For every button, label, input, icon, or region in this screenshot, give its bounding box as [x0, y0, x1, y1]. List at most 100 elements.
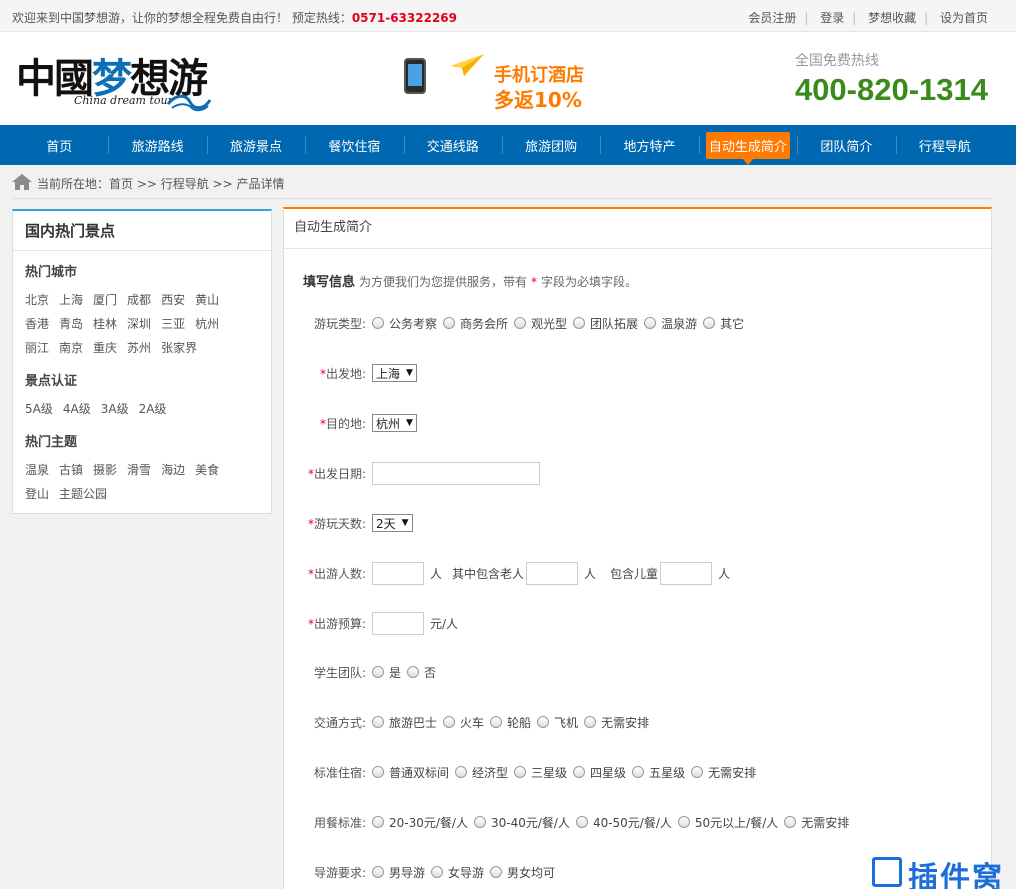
transport-radio[interactable]: 飞机 [537, 714, 578, 731]
tag-link[interactable]: 成都 [127, 288, 151, 312]
tag-link[interactable]: 古镇 [59, 458, 83, 482]
hotel-radio[interactable]: 无需安排 [691, 764, 756, 781]
row-hotel: 标准住宿: 普通双标间 经济型 三星级 四星级 五星级 无需安排 [313, 764, 757, 781]
tag-link[interactable]: 杭州 [195, 312, 219, 336]
promo-banner[interactable]: 手机订酒店 多返10% [396, 52, 596, 114]
tag-link[interactable]: 苏州 [127, 336, 151, 360]
hotel-radio[interactable]: 普通双标间 [372, 764, 449, 781]
tag-link[interactable]: 温泉 [25, 458, 49, 482]
site-logo[interactable]: 中國梦想游 China dream tour [16, 46, 216, 114]
departure-date-input[interactable] [372, 461, 540, 485]
budget-input[interactable] [372, 611, 424, 635]
meal-radio[interactable]: 40-50元/餐/人 [575, 814, 672, 831]
transport-radio[interactable]: 火车 [443, 714, 484, 731]
tag-link[interactable]: 上海 [59, 288, 83, 312]
tag-link[interactable]: 2A级 [139, 397, 167, 421]
play-type-radio[interactable]: 其它 [703, 315, 744, 332]
top-links: 会员注册 | 登录 | 梦想收藏 | 设为首页 [748, 11, 988, 25]
elder-count-input[interactable] [526, 561, 579, 585]
tag-link[interactable]: 海边 [161, 458, 185, 482]
nav-item-dining[interactable]: 餐饮住宿 [305, 125, 403, 165]
intro-form-panel: 自动生成简介 填写信息 为方便我们为您提供服务，带有 * 字段为必填字段。 游玩类型:… [283, 207, 992, 889]
play-type-radio[interactable]: 观光型 [514, 315, 567, 332]
tag-link[interactable]: 张家界 [161, 336, 197, 360]
hotel-radio[interactable]: 经济型 [455, 764, 508, 781]
meal-radio[interactable]: 30-40元/餐/人 [473, 814, 570, 831]
tag-link[interactable]: 西安 [161, 288, 185, 312]
row-budget: *出游预算: 元/人 [284, 611, 984, 635]
row-student: 学生团队: 是 否 [313, 664, 437, 681]
row-play-type: 游玩类型: 公务考察 商务会所 观光型 团队拓展 温泉游 其它 [313, 315, 745, 332]
free-hotline: 全国免费热线 400-820-1314 [795, 50, 988, 108]
departure-select[interactable]: 上海 ▼ [372, 364, 417, 382]
tag-link[interactable]: 3A级 [101, 397, 129, 421]
nav-item-home[interactable]: 首页 [10, 125, 108, 165]
tag-link[interactable]: 厦门 [93, 288, 117, 312]
row-date: *出发日期: [284, 461, 984, 485]
transport-radio[interactable]: 轮船 [490, 714, 531, 731]
nav-item-auto-intro[interactable]: 自动生成简介 [698, 125, 797, 165]
tag-link[interactable]: 4A级 [63, 397, 91, 421]
set-homepage-link[interactable]: 设为首页 [940, 11, 988, 25]
destination-select[interactable]: 杭州 ▼ [372, 414, 417, 432]
tag-link[interactable]: 摄影 [93, 458, 117, 482]
tag-link[interactable]: 香港 [25, 312, 49, 336]
tag-link[interactable]: 南京 [59, 336, 83, 360]
play-type-radio[interactable]: 公务考察 [372, 315, 437, 332]
tag-link[interactable]: 三亚 [161, 312, 185, 336]
days-select[interactable]: 2天 ▼ [372, 514, 413, 532]
guide-radio[interactable]: 男导游 [372, 864, 425, 881]
panel-title: 自动生成简介 [284, 209, 991, 249]
student-radio[interactable]: 否 [407, 664, 436, 681]
section-title-cities: 热门城市 [25, 265, 78, 280]
guide-radio[interactable]: 女导游 [431, 864, 484, 881]
people-count-input[interactable] [372, 561, 424, 585]
hotel-radio[interactable]: 五星级 [632, 764, 685, 781]
hotline-label: 全国免费热线 [794, 53, 879, 69]
tag-link[interactable]: 5A级 [25, 397, 53, 421]
tag-link[interactable]: 黄山 [195, 288, 219, 312]
meal-radio[interactable]: 无需安排 [784, 814, 849, 831]
tag-link[interactable]: 登山 [25, 482, 49, 506]
play-type-radio[interactable]: 团队拓展 [573, 315, 638, 332]
play-type-radio[interactable]: 商务会所 [443, 315, 508, 332]
tag-link[interactable]: 滑雪 [127, 458, 151, 482]
tag-link[interactable]: 美食 [195, 458, 219, 482]
nav-item-attractions[interactable]: 旅游景点 [206, 125, 305, 165]
tag-link[interactable]: 主题公园 [59, 482, 107, 506]
meal-radio[interactable]: 50元以上/餐/人 [677, 814, 778, 831]
nav-item-specialties[interactable]: 地方特产 [600, 125, 698, 165]
row-transport: 交通方式: 旅游巴士 火车 轮船 飞机 无需安排 [313, 714, 650, 731]
nav-item-group-buy[interactable]: 旅游团购 [501, 125, 600, 165]
login-link[interactable]: 登录 [820, 11, 844, 25]
nav-item-routes[interactable]: 旅游路线 [108, 125, 206, 165]
phone-icon [404, 58, 426, 94]
nav-item-team[interactable]: 团队简介 [797, 125, 895, 165]
register-link[interactable]: 会员注册 [748, 11, 796, 25]
tag-link[interactable]: 深圳 [127, 312, 151, 336]
nav-item-itinerary[interactable]: 行程导航 [895, 125, 994, 165]
main-nav: 首页 旅游路线 旅游景点 餐饮住宿 交通线路 旅游团购 地方特产 自动生成简介 … [0, 125, 1016, 165]
sidebar-title: 国内热门景点 [13, 211, 271, 251]
tag-link[interactable]: 丽江 [25, 336, 49, 360]
transport-radio[interactable]: 无需安排 [584, 714, 649, 731]
meal-radio[interactable]: 20-30元/餐/人 [372, 814, 468, 831]
play-type-radio[interactable]: 温泉游 [644, 315, 697, 332]
hotel-radio[interactable]: 四星级 [573, 764, 626, 781]
child-count-input[interactable] [660, 561, 713, 585]
hotel-radio[interactable]: 三星级 [514, 764, 567, 781]
welcome-text: 欢迎来到中国梦想游，让你的梦想全程免费自由行！ 预定热线：0571-633222… [12, 11, 458, 25]
tag-link[interactable]: 青岛 [59, 312, 83, 336]
rating-tags: 5A级 4A级 3A级 2A级 [25, 397, 261, 421]
guide-radio[interactable]: 男女均可 [490, 864, 555, 881]
favorites-link[interactable]: 梦想收藏 [868, 11, 916, 25]
student-radio[interactable]: 是 [372, 664, 401, 681]
transport-radio[interactable]: 旅游巴士 [372, 714, 437, 731]
hotline-number: 400-820-1314 [794, 72, 988, 107]
tag-link[interactable]: 北京 [25, 288, 49, 312]
tag-link[interactable]: 重庆 [93, 336, 117, 360]
nav-item-transport[interactable]: 交通线路 [403, 125, 502, 165]
top-bar: 欢迎来到中国梦想游，让你的梦想全程免费自由行！ 预定热线：0571-633222… [0, 0, 1016, 32]
tag-link[interactable]: 桂林 [93, 312, 117, 336]
logo-en: China dream tour [74, 94, 173, 107]
